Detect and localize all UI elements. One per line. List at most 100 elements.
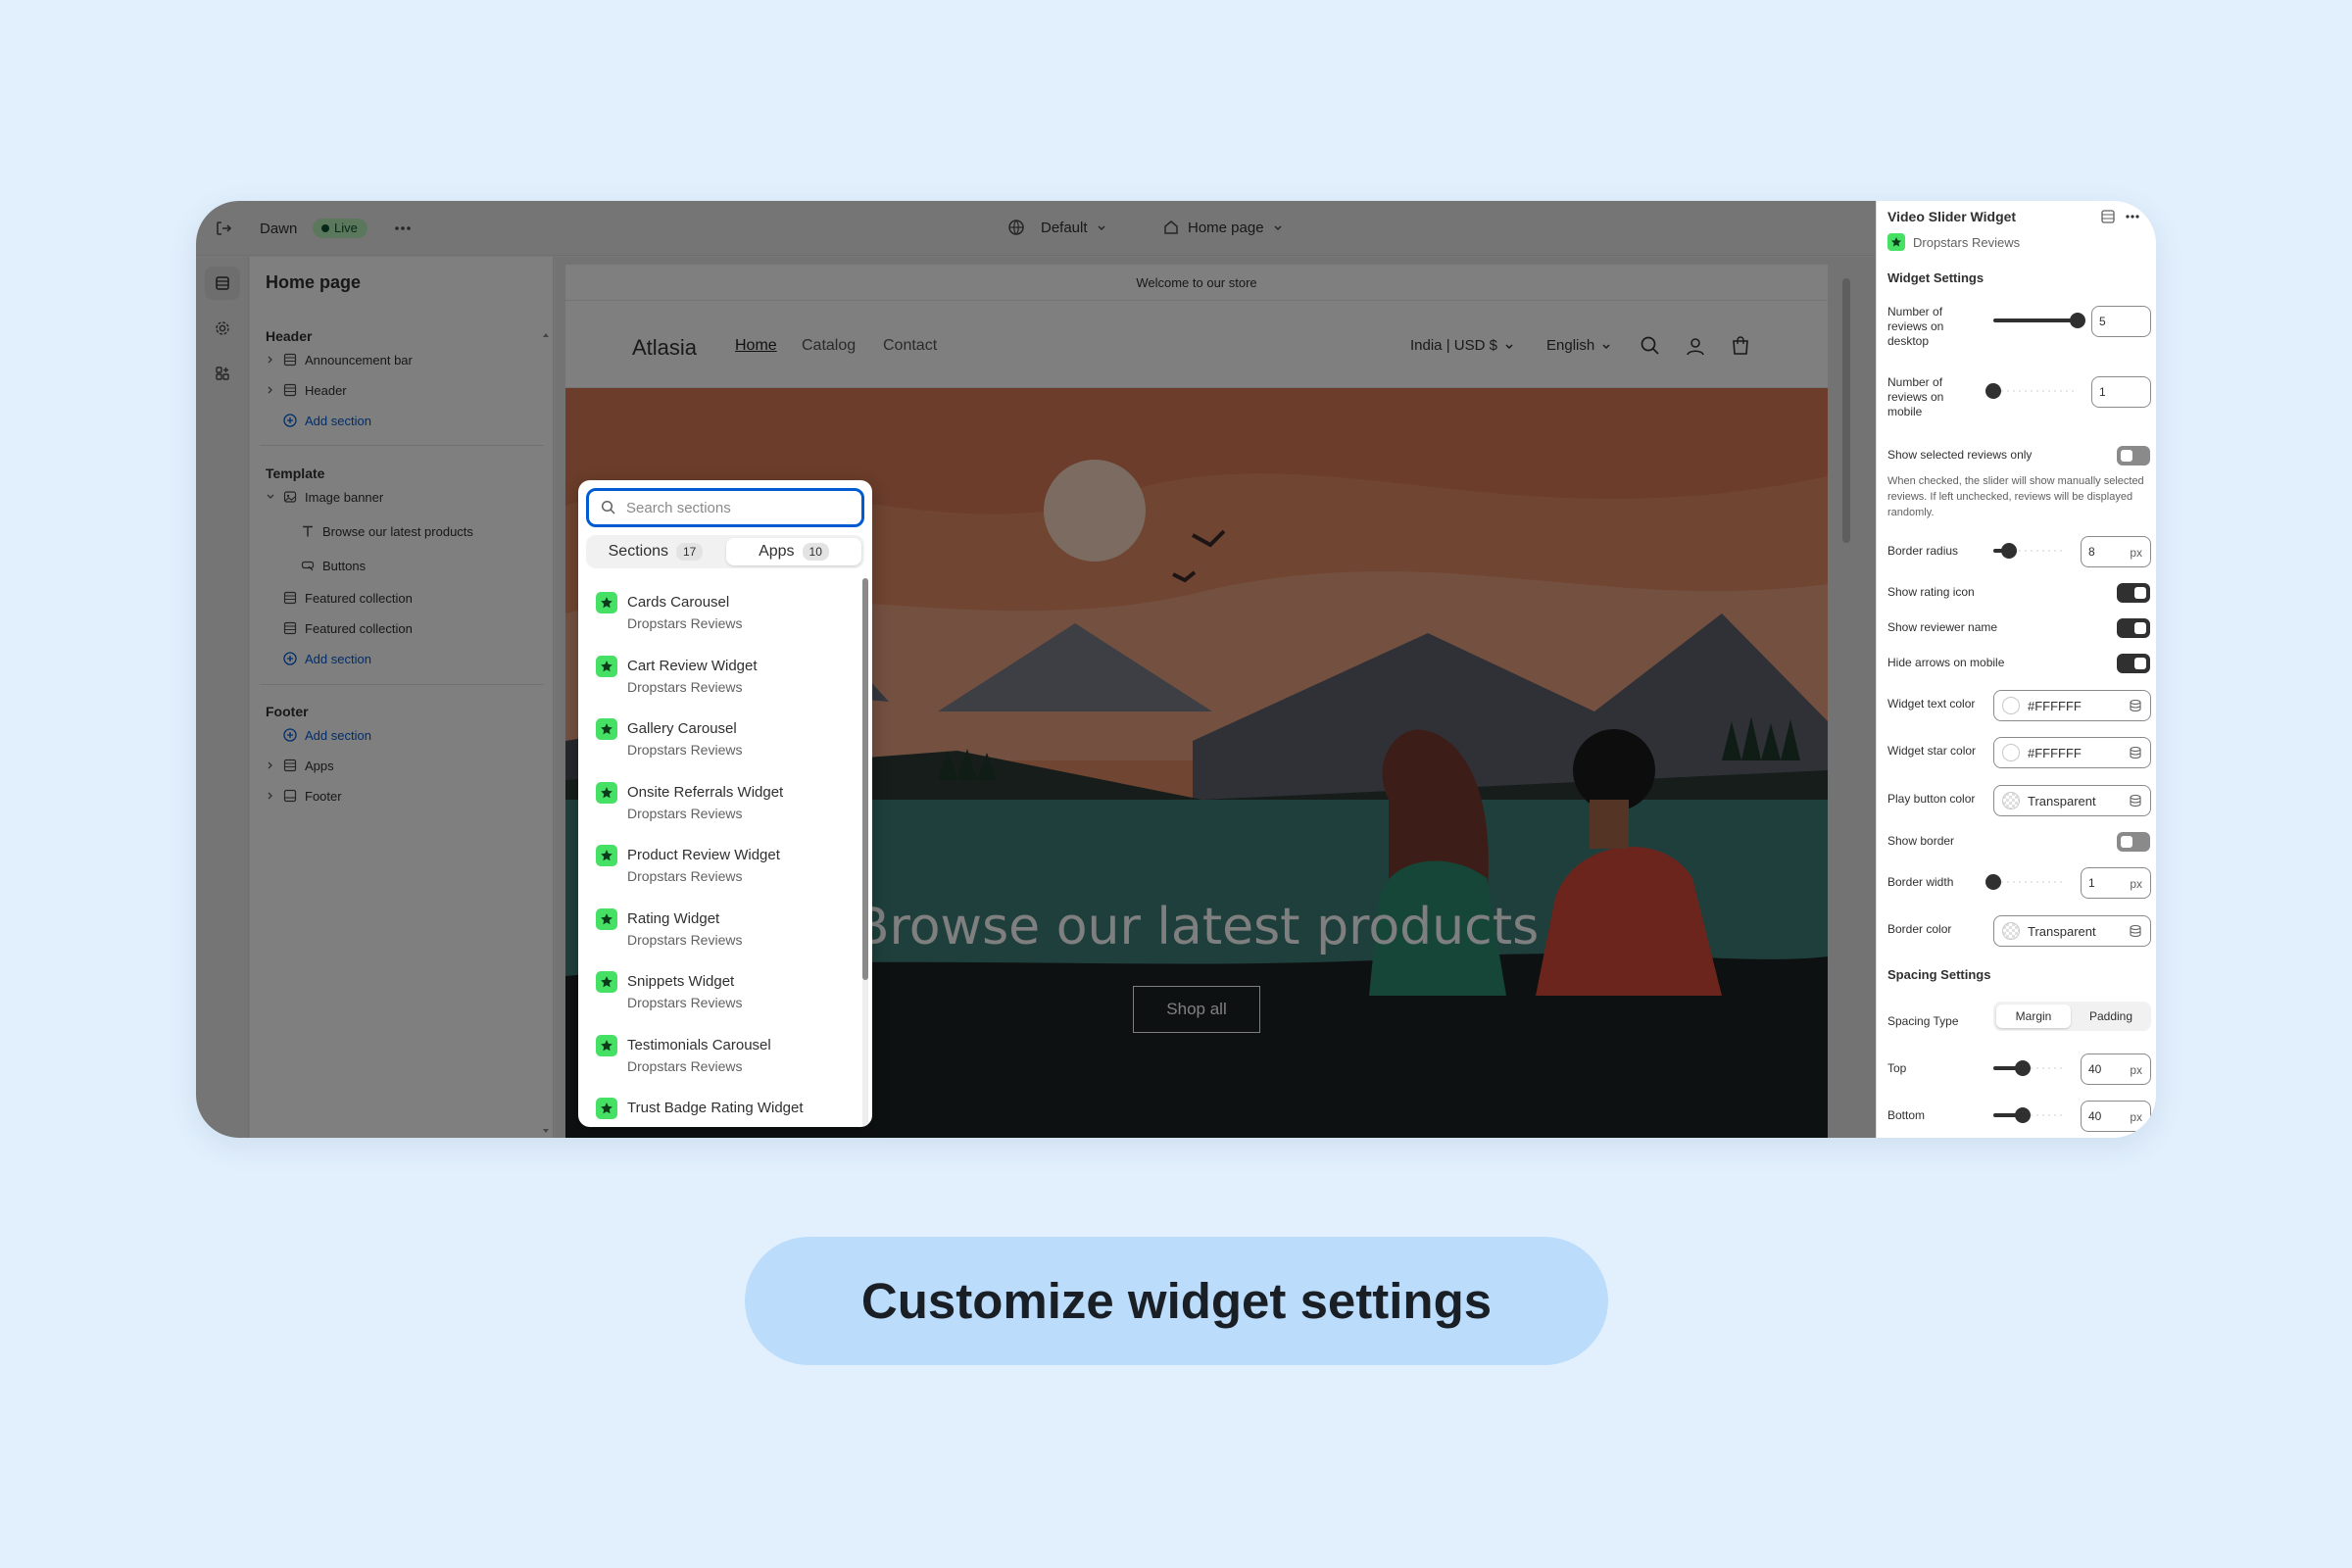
bottom-input[interactable]: 40 px bbox=[2081, 1101, 2151, 1132]
picker-tabs: Sections 17 Apps 10 bbox=[586, 535, 864, 568]
star-icon bbox=[596, 971, 617, 993]
app-block-vendor: Dropstars Reviews bbox=[627, 615, 743, 631]
app-block-name: Testimonials Carousel bbox=[627, 1036, 771, 1054]
app-block-item[interactable]: Gallery Carousel Dropstars Reviews bbox=[596, 716, 860, 775]
bottom-slider[interactable] bbox=[1993, 1105, 2066, 1125]
star-icon bbox=[596, 718, 617, 740]
widget-settings-header: Widget Settings bbox=[1887, 270, 1984, 285]
star-icon bbox=[596, 655, 617, 677]
reviews-desktop-input[interactable]: 5 bbox=[2091, 306, 2151, 337]
picker-scrollbar[interactable] bbox=[862, 578, 868, 1127]
database-icon bbox=[2129, 699, 2142, 712]
app-block-vendor: Dropstars Reviews bbox=[627, 678, 743, 695]
top-input[interactable]: 40 px bbox=[2081, 1054, 2151, 1085]
app-block-name: Trust Badge Rating Widget bbox=[627, 1100, 804, 1116]
search-icon bbox=[601, 500, 616, 515]
reviews-desktop-label: Number of reviews on desktop bbox=[1887, 305, 1944, 348]
star-icon bbox=[1887, 233, 1905, 251]
border-width-label: Border width bbox=[1887, 875, 1954, 889]
app-block-item[interactable]: Snippets Widget Dropstars Reviews bbox=[596, 969, 860, 1028]
theme-editor-window: Dawn Live Default Home page Home page He bbox=[196, 201, 2156, 1138]
reviews-desktop-slider[interactable] bbox=[1993, 311, 2085, 330]
text-color-label: Widget text color bbox=[1887, 697, 1976, 710]
app-block-item[interactable]: Trust Badge Rating Widget bbox=[596, 1096, 860, 1127]
show-border-toggle[interactable] bbox=[2117, 832, 2150, 852]
app-block-name: Snippets Widget bbox=[627, 973, 735, 990]
spacing-settings-header: Spacing Settings bbox=[1887, 967, 1991, 982]
app-block-item[interactable]: Rating Widget Dropstars Reviews bbox=[596, 906, 860, 965]
app-block-name: Cart Review Widget bbox=[627, 657, 758, 674]
app-block-item[interactable]: Onsite Referrals Widget Dropstars Reviews bbox=[596, 780, 860, 839]
border-color-label: Border color bbox=[1887, 922, 1952, 936]
app-block-vendor: Dropstars Reviews bbox=[627, 931, 743, 948]
hide-arrows-label: Hide arrows on mobile bbox=[1887, 656, 2005, 669]
color-swatch bbox=[2002, 697, 2020, 714]
star-color-picker[interactable]: #FFFFFF bbox=[1993, 737, 2151, 768]
spacing-opt-padding[interactable]: Padding bbox=[2074, 1004, 2148, 1028]
star-icon bbox=[596, 1034, 617, 1056]
top-slider[interactable] bbox=[1993, 1058, 2066, 1078]
selected-only-toggle[interactable] bbox=[2117, 446, 2150, 466]
database-icon bbox=[2129, 746, 2142, 760]
caption-pill: Customize widget settings bbox=[745, 1237, 1608, 1365]
app-block-item[interactable]: Cards Carousel Dropstars Reviews bbox=[596, 590, 860, 649]
database-icon bbox=[2129, 924, 2142, 938]
tab-sections[interactable]: Sections 17 bbox=[589, 538, 722, 565]
reviews-mobile-label: Number of reviews on mobile bbox=[1887, 375, 1944, 418]
bottom-label: Bottom bbox=[1887, 1108, 1926, 1122]
transparent-swatch bbox=[2002, 792, 2020, 809]
app-block-item[interactable]: Cart Review Widget Dropstars Reviews bbox=[596, 654, 860, 712]
app-block-name: Rating Widget bbox=[627, 909, 720, 927]
rating-icon-toggle[interactable] bbox=[2117, 583, 2150, 603]
tab-count: 10 bbox=[802, 543, 829, 561]
tab-count: 17 bbox=[676, 543, 704, 561]
play-color-picker[interactable]: Transparent bbox=[1993, 785, 2151, 816]
border-radius-slider[interactable] bbox=[1993, 541, 2066, 561]
reviews-mobile-slider[interactable] bbox=[1985, 381, 2078, 401]
star-icon bbox=[596, 1098, 617, 1119]
app-block-vendor: Dropstars Reviews bbox=[627, 805, 743, 821]
app-block-name: Gallery Carousel bbox=[627, 720, 737, 737]
search-input[interactable]: Search sections bbox=[586, 488, 864, 527]
app-block-vendor: Dropstars Reviews bbox=[627, 868, 743, 884]
reviewer-name-toggle[interactable] bbox=[2117, 618, 2150, 638]
transparent-swatch bbox=[2002, 922, 2020, 940]
reviews-mobile-input[interactable]: 1 bbox=[2091, 376, 2151, 408]
modal-backdrop[interactable] bbox=[196, 201, 1876, 1138]
app-block-name: Cards Carousel bbox=[627, 594, 730, 611]
show-border-label: Show border bbox=[1887, 834, 1955, 848]
border-width-slider[interactable] bbox=[1985, 872, 2066, 892]
app-source: Dropstars Reviews bbox=[1887, 233, 2020, 251]
reviewer-name-label: Show reviewer name bbox=[1887, 620, 1998, 634]
play-color-label: Play button color bbox=[1887, 792, 1976, 806]
hide-arrows-toggle[interactable] bbox=[2117, 654, 2150, 673]
app-block-item[interactable]: Product Review Widget Dropstars Reviews bbox=[596, 843, 860, 902]
widget-title: Video Slider Widget bbox=[1887, 209, 2017, 224]
top-label: Top bbox=[1887, 1061, 1907, 1075]
tab-apps[interactable]: Apps 10 bbox=[726, 538, 861, 565]
database-icon[interactable] bbox=[2100, 209, 2116, 224]
selected-only-label: Show selected reviews only bbox=[1887, 448, 2033, 462]
star-icon bbox=[596, 781, 617, 804]
border-radius-label: Border radius bbox=[1887, 544, 1959, 558]
app-block-name: Onsite Referrals Widget bbox=[627, 783, 784, 801]
selected-only-note: When checked, the slider will show manua… bbox=[1887, 475, 2144, 518]
border-radius-input[interactable]: 8 px bbox=[2081, 536, 2151, 567]
star-icon bbox=[596, 907, 617, 930]
spacing-type-segmented: Margin Padding bbox=[1993, 1002, 2151, 1031]
widget-settings-panel: Video Slider Widget Dropstars Reviews Wi… bbox=[1876, 201, 2156, 1138]
app-block-item[interactable]: Testimonials Carousel Dropstars Reviews bbox=[596, 1033, 860, 1092]
star-icon bbox=[596, 845, 617, 866]
spacing-type-label: Spacing Type bbox=[1887, 1014, 1959, 1028]
app-block-vendor: Dropstars Reviews bbox=[627, 995, 743, 1010]
border-width-input[interactable]: 1 px bbox=[2081, 867, 2151, 899]
add-section-picker: Search sections Sections 17 Apps 10 Card… bbox=[578, 480, 872, 1127]
text-color-picker[interactable]: #FFFFFF bbox=[1993, 690, 2151, 721]
app-block-name: Product Review Widget bbox=[627, 847, 780, 863]
border-color-picker[interactable]: Transparent bbox=[1993, 915, 2151, 947]
color-swatch bbox=[2002, 744, 2020, 761]
ellipsis-icon[interactable] bbox=[2124, 209, 2141, 224]
spacing-opt-margin[interactable]: Margin bbox=[1996, 1004, 2071, 1028]
database-icon bbox=[2129, 794, 2142, 808]
app-block-vendor: Dropstars Reviews bbox=[627, 742, 743, 758]
